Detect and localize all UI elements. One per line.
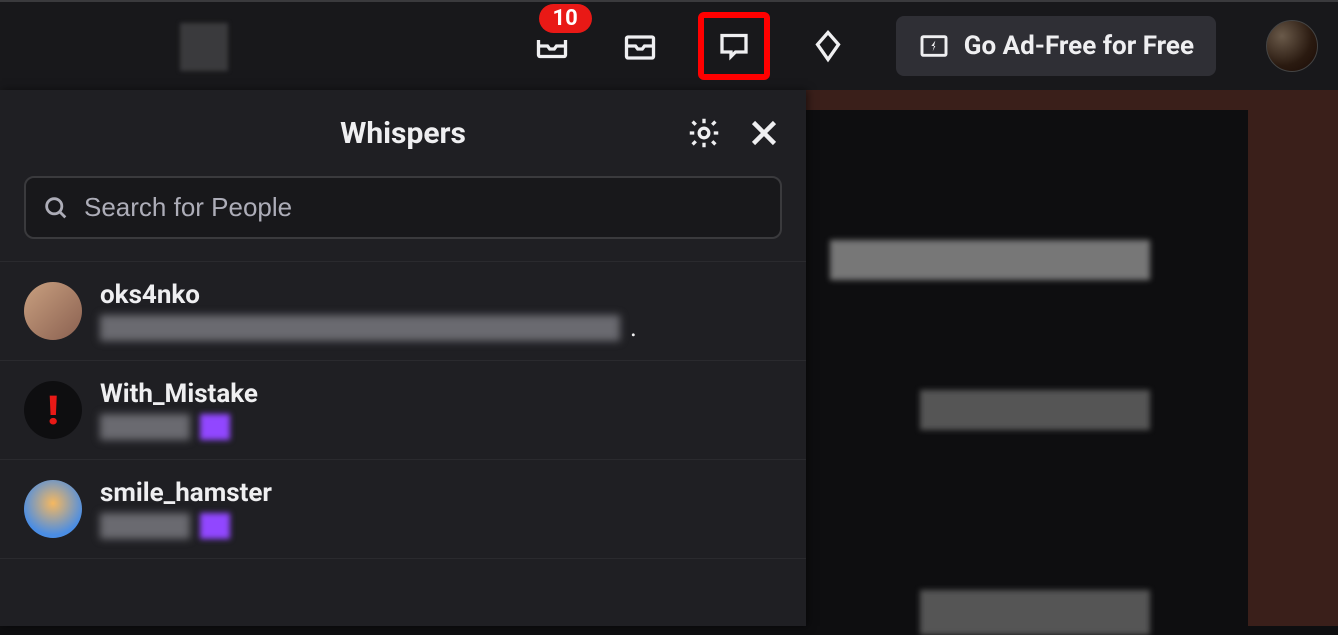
conversation-list: oks4nko . ! With_Mistake smile_hamster: [0, 261, 806, 626]
conversation-username: oks4nko: [100, 280, 782, 310]
conversation-item[interactable]: ! With_Mistake: [0, 361, 806, 460]
obscured-block: [920, 590, 1150, 635]
tray-icon: [534, 28, 570, 64]
inbox-button[interactable]: [610, 18, 670, 74]
conversation-avatar: [24, 480, 82, 538]
ad-free-label: Go Ad-Free for Free: [964, 31, 1194, 61]
obscured-block: [830, 240, 1150, 280]
conversation-item[interactable]: smile_hamster: [0, 460, 806, 559]
whispers-header: Whispers: [0, 90, 806, 176]
chat-bubble-icon: [716, 28, 752, 64]
top-bar: 10 Go Ad-Free for Free: [0, 2, 1338, 90]
whispers-settings-button[interactable]: [686, 115, 722, 151]
whispers-title: Whispers: [340, 116, 466, 151]
bits-button[interactable]: [798, 18, 858, 74]
conversation-avatar: [24, 282, 82, 340]
conversation-username: smile_hamster: [100, 478, 782, 508]
gear-icon: [686, 115, 722, 151]
notifications-button[interactable]: 10: [522, 18, 582, 74]
conversation-item[interactable]: oks4nko .: [0, 262, 806, 361]
conversation-preview-obscured: .: [100, 314, 782, 342]
inbox-icon: [622, 28, 658, 64]
diamond-icon: [810, 28, 846, 64]
search-icon: [42, 194, 70, 222]
search-input[interactable]: [84, 192, 764, 223]
topbar-actions: 10 Go Ad-Free for Free: [522, 12, 1318, 80]
whispers-button[interactable]: [698, 12, 770, 80]
lightning-box-icon: [918, 30, 950, 62]
conversation-username: With_Mistake: [100, 379, 782, 409]
conversation-preview-obscured: [100, 413, 782, 441]
user-avatar[interactable]: [1266, 20, 1318, 72]
conversation-preview-obscured: [100, 512, 782, 540]
whispers-close-button[interactable]: [746, 115, 782, 151]
notification-badge: 10: [539, 4, 592, 33]
obscured-thumbnail: [180, 23, 228, 71]
search-box[interactable]: [24, 176, 782, 239]
whispers-panel: Whispers: [0, 90, 806, 626]
obscured-block: [920, 390, 1150, 430]
conversation-avatar: !: [24, 381, 82, 439]
search-wrap: [0, 176, 806, 261]
ad-free-button[interactable]: Go Ad-Free for Free: [896, 16, 1216, 76]
close-icon: [746, 115, 782, 151]
